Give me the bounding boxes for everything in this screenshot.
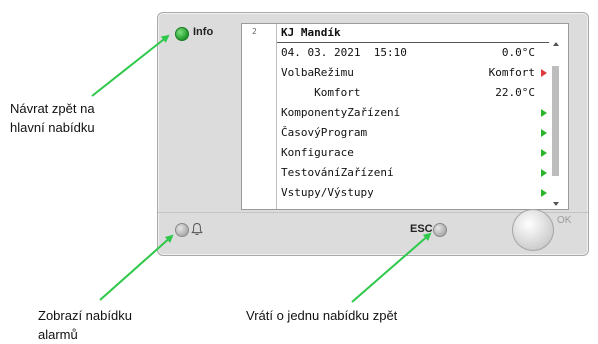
arrow-to-esc	[351, 232, 432, 303]
arrow-to-info	[91, 34, 170, 97]
annotation-arrows	[91, 34, 432, 303]
arrow-to-alarm	[99, 234, 174, 301]
